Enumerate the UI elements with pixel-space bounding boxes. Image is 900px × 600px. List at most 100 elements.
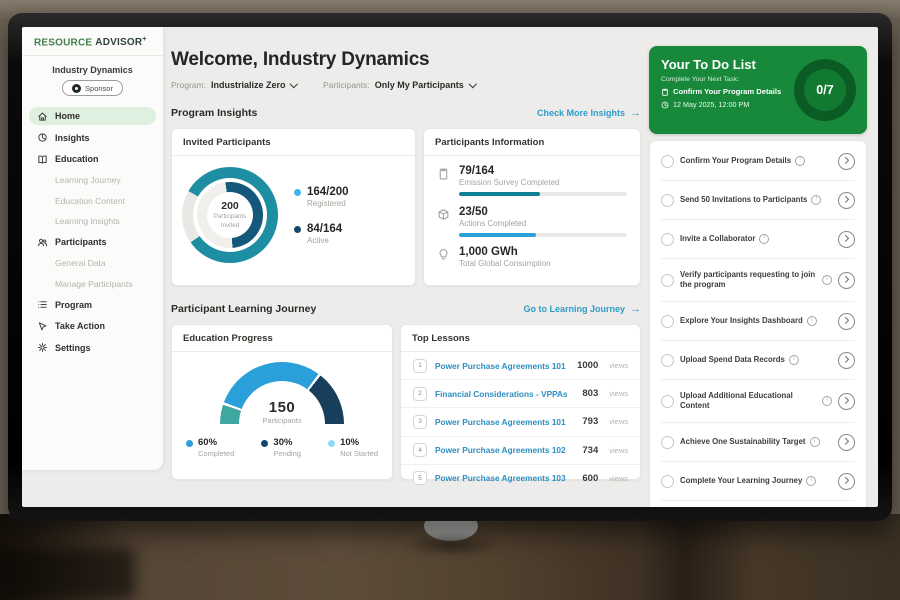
sidebar-item-manage-participants[interactable]: Manage Participants: [29, 275, 156, 292]
sidebar-item-participants[interactable]: Participants: [29, 233, 156, 251]
info-icon[interactable]: [810, 437, 820, 447]
lightbulb-icon: [437, 248, 450, 261]
legend-label: Pending: [273, 449, 301, 458]
link-label: Go to Learning Journey: [523, 304, 625, 314]
todo-next-task[interactable]: Confirm Your Program Details: [673, 87, 781, 96]
task-row: Achieve One Sustainability Target: [661, 423, 855, 462]
task-open-button[interactable]: [838, 352, 855, 369]
progress-bar-fill: [459, 233, 536, 237]
info-icon[interactable]: [759, 234, 769, 244]
todo-panel: Your To Do List Complete Your Next Task:…: [649, 46, 867, 507]
legend-value: 30%: [273, 437, 301, 448]
lesson-views: 793: [582, 416, 598, 427]
education-gauge-chart: 150 Participants: [220, 362, 344, 425]
info-icon[interactable]: [807, 316, 817, 326]
lesson-views: 734: [582, 445, 598, 456]
task-checkbox[interactable]: [661, 475, 674, 488]
sidebar-item-insights[interactable]: Insights: [29, 129, 156, 147]
todo-due-date: 12 May 2025, 12:00 PM: [673, 100, 749, 109]
sponsor-badge[interactable]: Sponsor: [62, 80, 123, 96]
collapse-tasks-link[interactable]: Collapse Tasks: [661, 501, 855, 507]
info-icon[interactable]: [806, 476, 816, 486]
task-open-button[interactable]: [838, 313, 855, 330]
task-open-button[interactable]: [838, 231, 855, 248]
task-open-button[interactable]: [838, 473, 855, 490]
screen: RESOURCEADVISOR+ Industry Dynamics Spons…: [22, 27, 878, 507]
sidebar-item-general-data[interactable]: General Data: [29, 255, 156, 272]
task-open-button[interactable]: [838, 393, 855, 410]
sidebar-item-take-action[interactable]: Take Action: [29, 317, 156, 335]
sidebar-item-home[interactable]: Home: [29, 107, 156, 125]
task-open-button[interactable]: [838, 272, 855, 289]
sidebar-item-program[interactable]: Program: [29, 296, 156, 314]
metric-label: Actions Completed: [459, 219, 627, 228]
task-label: Verify participants requesting to join t…: [680, 270, 818, 291]
lesson-link[interactable]: Power Purchase Agreements 102: [435, 445, 574, 455]
task-checkbox[interactable]: [661, 274, 674, 287]
lesson-views-suffix: views: [609, 474, 628, 483]
participants-filter-label: Participants:: [323, 80, 370, 90]
program-filter-dropdown[interactable]: Program: Industrialize Zero: [171, 80, 297, 90]
todo-hero-card: Your To Do List Complete Your Next Task:…: [649, 46, 867, 134]
cube-icon: [437, 208, 450, 221]
sidebar-item-education[interactable]: Education: [29, 150, 156, 168]
task-checkbox[interactable]: [661, 354, 674, 367]
task-checkbox[interactable]: [661, 155, 674, 168]
task-row: Upload Additional Educational Content: [661, 380, 855, 423]
lesson-link[interactable]: Financial Considerations - VPPAs: [435, 389, 574, 399]
sidebar-item-learning-journey[interactable]: Learning Journey: [29, 172, 156, 189]
top-lessons-card: Top Lessons 1 Power Purchase Agreements …: [400, 324, 641, 480]
task-label: Send 50 Invitations to Participants: [680, 195, 807, 206]
participants-filter-dropdown[interactable]: Participants: Only My Participants: [323, 80, 475, 90]
background-shadow: [0, 548, 135, 600]
lesson-views-suffix: views: [609, 389, 628, 398]
legend-label: Registered: [307, 199, 349, 208]
org-name: Industry Dynamics: [22, 65, 163, 75]
task-open-button[interactable]: [838, 434, 855, 451]
gauge-center: 150 Participants: [220, 399, 344, 425]
lesson-link[interactable]: Power Purchase Agreements 103: [435, 473, 574, 483]
education-progress-card: Education Progress 150 Participants: [171, 324, 393, 480]
lesson-row: 2 Financial Considerations - VPPAs 803 v…: [401, 380, 640, 408]
sidebar-menu: Home Insights Education Learning Journey…: [22, 107, 163, 357]
check-more-insights-link[interactable]: Check More Insights →: [537, 108, 641, 119]
task-checkbox[interactable]: [661, 194, 674, 207]
task-open-button[interactable]: [838, 192, 855, 209]
book-icon: [37, 154, 48, 165]
card-title: Top Lessons: [401, 325, 640, 352]
lesson-views-suffix: views: [609, 417, 628, 426]
info-icon[interactable]: [789, 355, 799, 365]
logo-plus: +: [142, 36, 146, 43]
info-icon[interactable]: [811, 195, 821, 205]
home-icon: [37, 111, 48, 122]
sidebar-item-label: Participants: [55, 237, 107, 247]
lesson-rank: 5: [413, 471, 427, 485]
monitor-stand-shadow: [404, 534, 500, 556]
legend-dot: [328, 440, 335, 447]
info-icon[interactable]: [795, 156, 805, 166]
chevron-down-icon: [469, 80, 477, 88]
progress-bar: [459, 192, 627, 196]
lesson-link[interactable]: Power Purchase Agreements 101: [435, 361, 569, 371]
lesson-rank: 1: [413, 359, 427, 373]
gauge-center-value: 150: [220, 399, 344, 416]
donut-center-value: 200: [221, 200, 239, 212]
lesson-row: 1 Power Purchase Agreements 101 1000 vie…: [401, 352, 640, 380]
lesson-link[interactable]: Power Purchase Agreements 101: [435, 417, 574, 427]
info-icon[interactable]: [822, 275, 832, 285]
task-checkbox[interactable]: [661, 315, 674, 328]
sidebar-item-learning-insights[interactable]: Learning Insights: [29, 213, 156, 230]
legend-label: Not Started: [340, 449, 378, 458]
logo-primary: RESOURCE: [34, 37, 92, 48]
task-checkbox[interactable]: [661, 436, 674, 449]
metric-value: 23/50: [459, 206, 627, 218]
task-checkbox[interactable]: [661, 233, 674, 246]
task-checkbox[interactable]: [661, 395, 674, 408]
legend-item-active: 84/164 Active: [294, 223, 349, 245]
info-icon[interactable]: [822, 396, 832, 406]
sidebar-item-settings[interactable]: Settings: [29, 339, 156, 357]
task-open-button[interactable]: [838, 153, 855, 170]
go-to-learning-journey-link[interactable]: Go to Learning Journey →: [523, 304, 641, 315]
sidebar-item-education-content[interactable]: Education Content: [29, 192, 156, 209]
lesson-rank: 2: [413, 387, 427, 401]
